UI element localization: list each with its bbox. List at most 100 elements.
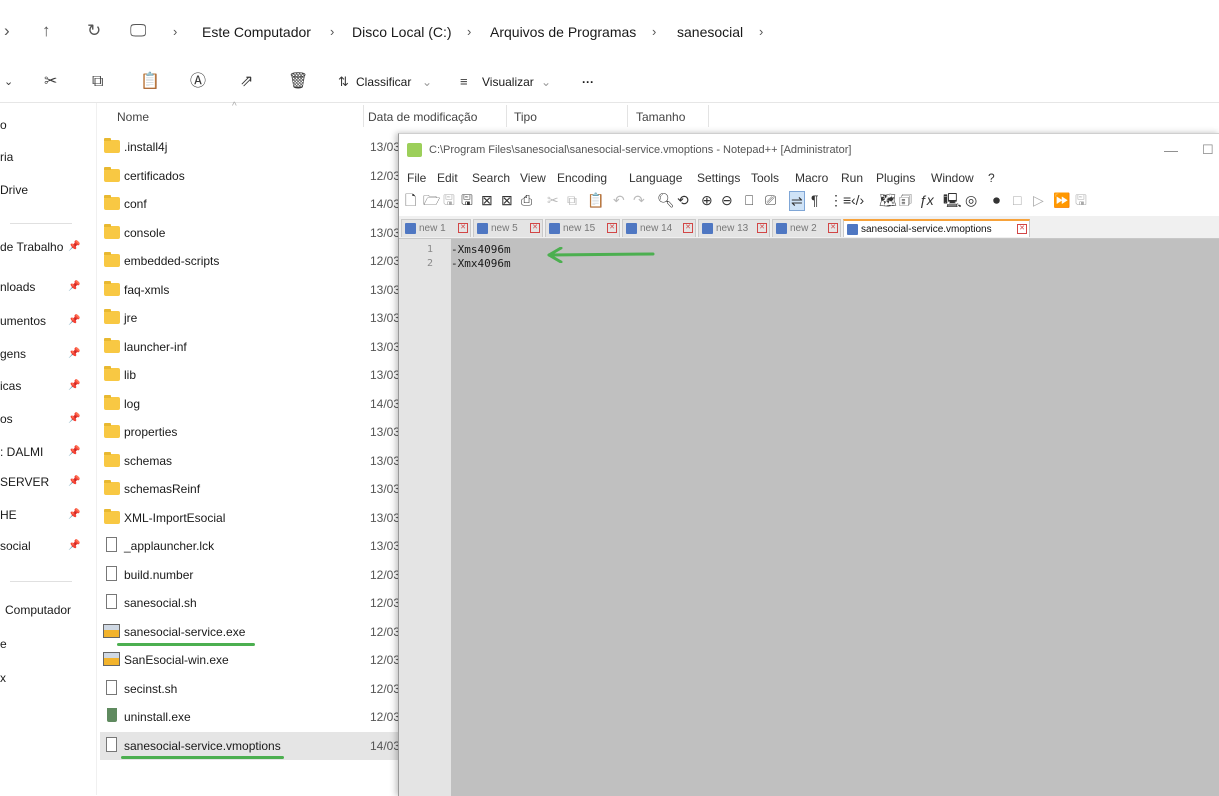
column-divider[interactable] [363, 105, 364, 127]
file-row[interactable]: SanEsocial-win.exe 12/03 [100, 646, 400, 674]
delete-icon[interactable]: 🗑 [288, 72, 308, 92]
chevron-down-icon[interactable]: ⌄ [4, 72, 13, 92]
refresh-icon[interactable]: ↻ [87, 20, 101, 42]
menu-item-language[interactable]: Language [629, 170, 682, 186]
close-tab-icon[interactable]: ✕ [530, 223, 540, 233]
folder-row[interactable]: certificados 12/03 [100, 162, 400, 190]
menu-item-tools[interactable]: Tools [751, 170, 779, 186]
file-row[interactable]: sanesocial-service.exe 12/03 [100, 618, 400, 646]
file-row[interactable]: uninstall.exe 12/03 [100, 703, 400, 731]
folder-row[interactable]: .install4j 13/03 [100, 133, 400, 161]
column-divider[interactable] [708, 105, 709, 127]
save-all-icon[interactable]: 🖫 [461, 191, 473, 209]
close-tab-icon[interactable]: ✕ [828, 223, 838, 233]
chevron-down-icon[interactable]: ⌄ [541, 74, 551, 90]
sort-icon[interactable]: ⇅ [338, 72, 349, 92]
close-tab-icon[interactable]: ✕ [1017, 224, 1027, 234]
menu-item-help[interactable]: ? [988, 170, 995, 186]
breadcrumb-separator-icon[interactable]: › [173, 22, 177, 42]
cut-icon[interactable]: ✂ [44, 72, 57, 92]
column-divider[interactable] [627, 105, 628, 127]
function-list-icon[interactable]: ƒx [919, 191, 934, 209]
paste-icon[interactable]: 📋 [587, 191, 604, 209]
new-file-icon[interactable]: 🗋 [405, 191, 416, 209]
close-tab-icon[interactable]: ✕ [683, 223, 693, 233]
save-macro-icon[interactable]: 🖫 [1075, 191, 1087, 209]
zoom-in-icon[interactable]: ⊕ [701, 191, 713, 209]
indent-guide-icon[interactable]: ⋮≡ [829, 191, 851, 209]
view-button[interactable]: Visualizar [482, 74, 534, 90]
find-icon[interactable]: 🔍︎ [657, 191, 675, 209]
zoom-out-icon[interactable]: ⊖ [721, 191, 733, 209]
minimize-icon[interactable]: — [1164, 142, 1178, 158]
print-icon[interactable]: ⎙ [521, 191, 532, 209]
folder-row[interactable]: console 13/03 [100, 219, 400, 247]
menu-item-encoding[interactable]: Encoding [557, 170, 607, 186]
stop-macro-icon[interactable]: □ [1013, 191, 1021, 209]
replace-icon[interactable]: ⟲ [677, 191, 689, 209]
sidebar-item[interactable]: e [0, 633, 90, 655]
breadcrumb-sanesocial[interactable]: sanesocial [677, 22, 743, 42]
folder-row[interactable]: embedded-scripts 12/03 [100, 247, 400, 275]
more-options-button[interactable]: ··· [582, 74, 594, 90]
open-file-icon[interactable]: 🗁 [423, 191, 440, 209]
cut-icon[interactable]: ✂ [547, 191, 559, 209]
view-icon[interactable]: ≡ [460, 72, 468, 92]
column-divider[interactable] [506, 105, 507, 127]
folder-row[interactable]: schemas 13/03 [100, 447, 400, 475]
maximize-icon[interactable]: ☐ [1202, 142, 1214, 158]
column-header-size[interactable]: Tamanho [636, 109, 685, 125]
breadcrumb-disco-local[interactable]: Disco Local (C:) [352, 22, 452, 42]
menu-item-search[interactable]: Search [472, 170, 510, 186]
folder-row[interactable]: properties 13/03 [100, 418, 400, 446]
breadcrumb-separator-icon[interactable]: › [759, 22, 763, 42]
run-macro-multiple-icon[interactable]: ⏩ [1053, 191, 1070, 209]
column-header-type[interactable]: Tipo [514, 109, 537, 125]
record-macro-icon[interactable]: ⏺ [993, 191, 1000, 209]
tab[interactable]: new 13 ✕ [698, 219, 770, 237]
folder-row[interactable]: XML-ImportEsocial 13/03 [100, 504, 400, 532]
copy-icon[interactable]: ⧉ [567, 191, 577, 209]
tab-active[interactable]: sanesocial-service.vmoptions ✕ [843, 219, 1030, 237]
save-icon[interactable]: 🖫 [443, 191, 455, 209]
code-tag-icon[interactable]: ‹/› [851, 191, 864, 209]
column-header-name[interactable]: Nome [117, 109, 149, 125]
menu-item-macro[interactable]: Macro [795, 170, 828, 186]
undo-icon[interactable]: ↶ [613, 191, 625, 209]
monitoring-icon[interactable]: ◎ [965, 191, 977, 209]
menu-item-window[interactable]: Window [931, 170, 974, 186]
sync-scroll-icon[interactable]: ⎕ [745, 191, 753, 209]
file-row[interactable]: build.number 12/03 [100, 561, 400, 589]
sidebar-item[interactable]: Computador [5, 599, 95, 621]
folder-row[interactable]: log 14/03 [100, 390, 400, 418]
folder-workspace-icon[interactable]: 🖳 [943, 191, 962, 209]
close-file-icon[interactable]: ⊠ [481, 191, 493, 209]
menu-item-view[interactable]: View [520, 170, 546, 186]
rename-icon[interactable]: Ⓐ [190, 72, 206, 92]
show-all-characters-icon[interactable]: ¶ [811, 191, 819, 209]
code-line[interactable]: -Xms4096m [451, 243, 511, 257]
sync-horizontal-icon[interactable]: ⎚ [765, 191, 776, 209]
chevron-right-icon[interactable]: › [4, 20, 10, 42]
redo-icon[interactable]: ↷ [633, 191, 645, 209]
column-header-modified[interactable]: Data de modificação [368, 109, 477, 125]
menu-item-plugins[interactable]: Plugins [876, 170, 915, 186]
menu-item-settings[interactable]: Settings [697, 170, 740, 186]
file-row[interactable]: secinst.sh 12/03 [100, 675, 400, 703]
word-wrap-icon[interactable]: ⇌ [789, 191, 805, 211]
code-line[interactable]: -Xmx4096m [451, 257, 511, 271]
copy-icon[interactable]: ⧉ [92, 72, 103, 92]
tab[interactable]: new 5 ✕ [473, 219, 543, 237]
computer-icon[interactable]: 🖵 [130, 20, 146, 42]
notepad-title-bar[interactable]: C:\Program Files\sanesocial\sanesocial-s… [399, 134, 1219, 168]
sidebar-item[interactable]: ria [0, 146, 90, 168]
sort-button[interactable]: Classificar [356, 74, 411, 90]
sidebar-item[interactable]: o [0, 114, 90, 136]
close-tab-icon[interactable]: ✕ [607, 223, 617, 233]
document-list-icon[interactable]: 🗊 [899, 191, 912, 209]
close-tab-icon[interactable]: ✕ [458, 223, 468, 233]
share-icon[interactable]: ⇗ [240, 72, 253, 92]
breadcrumb-este-computador[interactable]: Este Computador [202, 22, 311, 42]
close-all-icon[interactable]: ⊠ [501, 191, 513, 209]
chevron-down-icon[interactable]: ⌄ [422, 74, 432, 90]
